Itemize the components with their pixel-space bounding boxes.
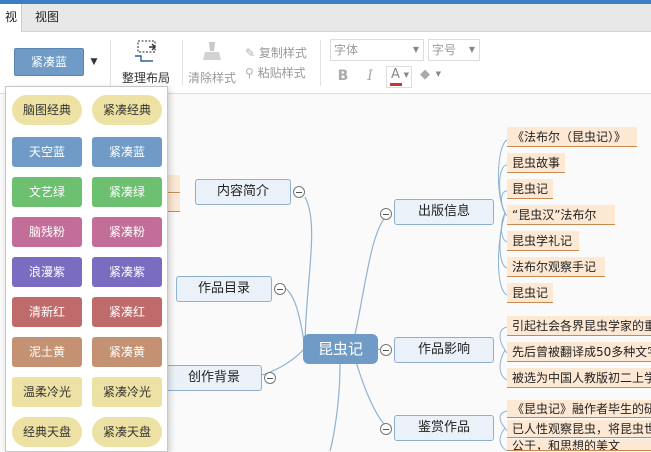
appreciation-item[interactable]: 公于，和思想的美文 (507, 439, 651, 451)
font-color-label: A (391, 67, 400, 82)
node-publishing[interactable]: 出版信息 (394, 199, 494, 225)
toolbar-separator (182, 40, 183, 86)
node-background[interactable]: 创作背景 (166, 365, 262, 391)
publishing-item[interactable]: 昆虫记 (507, 283, 553, 303)
paint-bucket-icon: ◆ (420, 67, 430, 82)
clear-style-button[interactable]: 清除样式 (186, 38, 238, 86)
theme-swatch[interactable]: 浪漫紫 (12, 257, 82, 287)
bold-button[interactable]: B (333, 66, 353, 86)
collapse-toggle-icon[interactable] (380, 344, 392, 356)
appreciation-item[interactable]: 已人性观察昆虫，将昆虫世界 (507, 420, 651, 438)
node-influence[interactable]: 作品影响 (394, 337, 494, 363)
font-size-select[interactable]: 字号 ▼ (428, 39, 480, 61)
theme-swatch[interactable]: 文艺绿 (12, 177, 82, 207)
publishing-item[interactable]: 法布尔观察手记 (507, 257, 605, 277)
publishing-item[interactable]: 昆虫学礼记 (507, 231, 579, 251)
theme-swatch[interactable]: 清新红 (12, 297, 82, 327)
font-color-bar (390, 83, 402, 86)
toolbar-separator (110, 40, 111, 86)
theme-swatch[interactable]: 温柔冷光 (12, 377, 82, 407)
theme-swatch[interactable]: 紧凑粉 (92, 217, 162, 247)
theme-swatch[interactable]: 紧凑冷光 (92, 377, 162, 407)
theme-swatch[interactable]: 经典天盘 (12, 417, 82, 447)
theme-swatch[interactable]: 脑图经典 (12, 95, 82, 125)
font-family-select[interactable]: 字体 ▼ (330, 39, 424, 61)
paste-style-icon: ⚲ (245, 66, 254, 80)
publishing-item[interactable]: 昆虫故事 (507, 153, 565, 173)
copy-style-icon: ✎ (245, 46, 256, 60)
organize-layout-label: 整理布局 (121, 71, 170, 85)
ribbon-toolbar: 紧凑蓝 ▼ 整理布局 清除样式 ✎ 复制样式 ⚲ 粘贴样式 字体 ▼ 字号 ▼ … (0, 32, 651, 94)
collapse-toggle-icon[interactable] (380, 208, 392, 220)
organize-layout-button[interactable]: 整理布局 (120, 38, 172, 86)
influence-item[interactable]: 引起社会各界昆虫学家的重 (507, 316, 651, 336)
collapse-toggle-icon[interactable] (293, 186, 305, 198)
chevron-down-icon: ▼ (403, 71, 409, 79)
appreciation-item[interactable]: 《昆虫记》融作者毕生的研 (507, 400, 651, 418)
node-contents[interactable]: 作品目录 (176, 276, 272, 302)
theme-swatch[interactable]: 泥土黄 (12, 337, 82, 367)
eraser-brush-icon (203, 42, 221, 60)
theme-swatch[interactable]: 紧凑红 (92, 297, 162, 327)
collapse-toggle-icon[interactable] (264, 372, 276, 384)
theme-swatch[interactable]: 紧凑黄 (92, 337, 162, 367)
copy-style-button[interactable]: ✎ 复制样式 (245, 44, 307, 61)
theme-swatch[interactable]: 紧凑紫 (92, 257, 162, 287)
chevron-down-icon: ▼ (435, 70, 441, 78)
theme-swatch[interactable]: 紧凑经典 (92, 95, 162, 125)
ribbon-tab-bar: 视 视图 (0, 4, 651, 33)
font-size-value: 字号 (432, 43, 457, 57)
publishing-item[interactable]: 昆虫记 (507, 179, 553, 199)
collapse-toggle-icon[interactable] (380, 423, 392, 435)
theme-swatch[interactable]: 天空蓝 (12, 137, 82, 167)
tab-view[interactable]: 视图 (30, 4, 64, 32)
toolbar-separator (320, 40, 321, 86)
root-node[interactable]: 昆虫记 (303, 334, 378, 364)
theme-dropdown-arrow-icon[interactable]: ▼ (86, 48, 102, 76)
font-family-value: 字体 (334, 43, 359, 57)
theme-swatch[interactable]: 脑残粉 (12, 217, 82, 247)
node-content-intro[interactable]: 内容简介 (195, 179, 291, 205)
organize-layout-icon (135, 40, 156, 62)
font-color-button[interactable]: A ▼ (386, 66, 412, 88)
fill-color-button[interactable]: ◆ ▼ (417, 66, 443, 88)
influence-item[interactable]: 先后曾被翻译成50多种文字 (507, 342, 651, 362)
clear-style-label: 清除样式 (187, 71, 236, 85)
collapse-toggle-icon[interactable] (274, 283, 286, 295)
paste-style-label: 粘贴样式 (257, 66, 306, 80)
chevron-down-icon: ▼ (468, 45, 475, 54)
influence-item[interactable]: 被选为中国人教版初二上学 (507, 368, 651, 388)
theme-style-button[interactable]: 紧凑蓝 (14, 48, 84, 76)
paste-style-button[interactable]: ⚲ 粘贴样式 (245, 64, 306, 81)
theme-swatch[interactable]: 紧凑蓝 (92, 137, 162, 167)
theme-swatch[interactable]: 紧凑绿 (92, 177, 162, 207)
italic-button[interactable]: I (360, 66, 380, 86)
theme-style-panel: 脑图经典 紧凑经典 天空蓝 紧凑蓝 文艺绿 紧凑绿 脑残粉 紧凑粉 浪漫紫 紧凑… (5, 86, 168, 452)
publishing-item[interactable]: “昆虫汉”法布尔 (507, 205, 615, 225)
tab-active[interactable]: 视 (0, 4, 22, 33)
publishing-item[interactable]: 《法布尔（昆虫记）》 (507, 127, 637, 147)
theme-swatch[interactable]: 紧凑天盘 (92, 417, 162, 447)
node-appreciation[interactable]: 鉴赏作品 (394, 415, 494, 441)
copy-style-label: 复制样式 (258, 46, 307, 60)
chevron-down-icon: ▼ (412, 45, 419, 54)
